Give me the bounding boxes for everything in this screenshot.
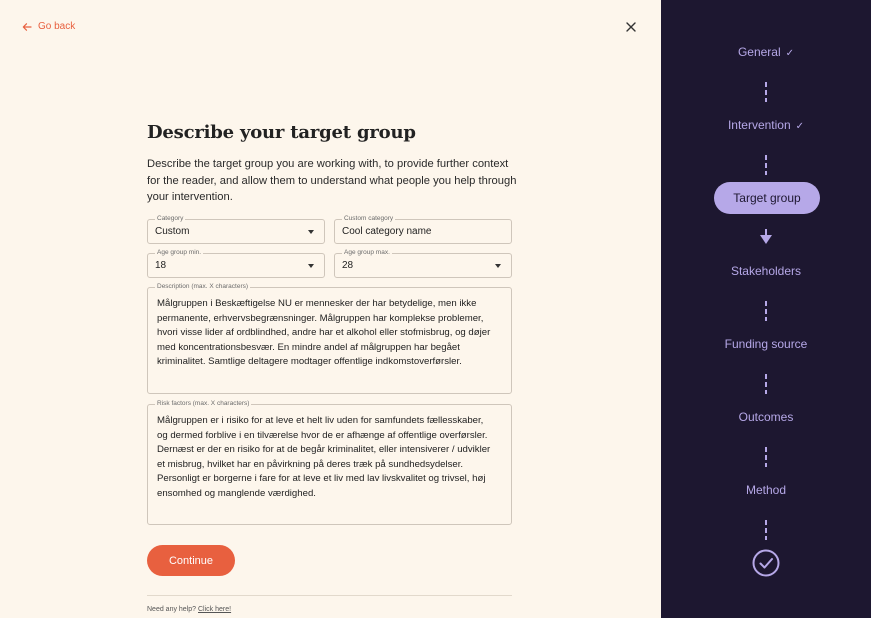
risk-factors-text: Målgruppen er i risiko for at leve et he… xyxy=(157,415,491,499)
step-outcomes[interactable]: Outcomes xyxy=(661,410,871,424)
step-connector xyxy=(765,155,767,175)
age-min-label: Age group min. xyxy=(155,248,204,258)
description-text: Målgruppen i Beskæftigelse NU er mennesk… xyxy=(157,298,491,368)
arrow-down-icon xyxy=(760,229,772,244)
close-icon[interactable] xyxy=(624,20,638,34)
description-textarea[interactable]: Description (max. X characters) Målgrupp… xyxy=(147,282,512,394)
progress-sidebar: General ✓ Intervention ✓ Target group Stak… xyxy=(661,0,871,618)
chevron-down-icon xyxy=(495,264,501,268)
age-min-value: 18 xyxy=(155,260,167,271)
category-label: Category xyxy=(155,214,186,224)
step-intervention-label: Intervention xyxy=(727,118,791,132)
help-link[interactable]: Click here! xyxy=(198,606,231,613)
age-max-select[interactable]: Age group max. 28 xyxy=(334,248,512,278)
divider xyxy=(147,595,512,596)
chevron-down-icon xyxy=(308,264,314,268)
category-select[interactable]: Category Custom xyxy=(147,214,325,244)
help-prefix: Need any help? xyxy=(147,606,197,613)
step-connector xyxy=(765,301,767,321)
risk-factors-textarea[interactable]: Risk factors (max. X characters) Målgrup… xyxy=(147,399,512,525)
custom-category-value: Cool category name xyxy=(342,226,432,237)
age-min-select[interactable]: Age group min. 18 xyxy=(147,248,325,278)
page-title: Describe your target group xyxy=(147,122,416,143)
step-method-label: Method xyxy=(745,483,787,497)
page-intro: Describe the target group you are workin… xyxy=(147,158,517,203)
description-label: Description (max. X characters) xyxy=(155,282,251,292)
step-stakeholders[interactable]: Stakeholders xyxy=(661,264,871,278)
age-max-value: 28 xyxy=(342,260,354,271)
check-icon: ✓ xyxy=(785,48,795,59)
go-back-label: Go back xyxy=(38,21,76,32)
arrow-left-icon xyxy=(22,22,32,31)
step-intervention[interactable]: Intervention ✓ xyxy=(661,118,871,132)
check-icon: ✓ xyxy=(795,121,805,132)
age-max-label: Age group max. xyxy=(342,248,392,258)
custom-category-label: Custom category xyxy=(342,214,396,224)
category-value: Custom xyxy=(155,226,190,237)
custom-category-input[interactable]: Custom category Cool category name xyxy=(334,214,512,244)
step-outcomes-label: Outcomes xyxy=(738,410,794,424)
step-connector xyxy=(765,82,767,102)
go-back-link[interactable]: Go back xyxy=(22,21,75,32)
continue-button[interactable]: Continue xyxy=(147,545,235,576)
form-panel: Go back Describe your target group Descr… xyxy=(0,0,661,618)
chevron-down-icon xyxy=(308,230,314,234)
step-connector xyxy=(765,447,767,467)
check-circle-icon xyxy=(752,549,780,577)
step-target-group-label: Target group xyxy=(733,191,801,205)
step-connector xyxy=(765,374,767,394)
step-method[interactable]: Method xyxy=(661,483,871,497)
risk-factors-label: Risk factors (max. X characters) xyxy=(155,399,252,409)
step-target-group[interactable]: Target group xyxy=(714,182,820,214)
help-text: Need any help? Click here! xyxy=(147,606,231,613)
step-connector xyxy=(765,520,767,540)
step-funding-source[interactable]: Funding source xyxy=(661,337,871,351)
step-general-label: General xyxy=(737,45,781,59)
step-funding-source-label: Funding source xyxy=(724,337,808,351)
step-general[interactable]: General ✓ xyxy=(661,45,871,59)
step-stakeholders-label: Stakeholders xyxy=(730,264,802,278)
